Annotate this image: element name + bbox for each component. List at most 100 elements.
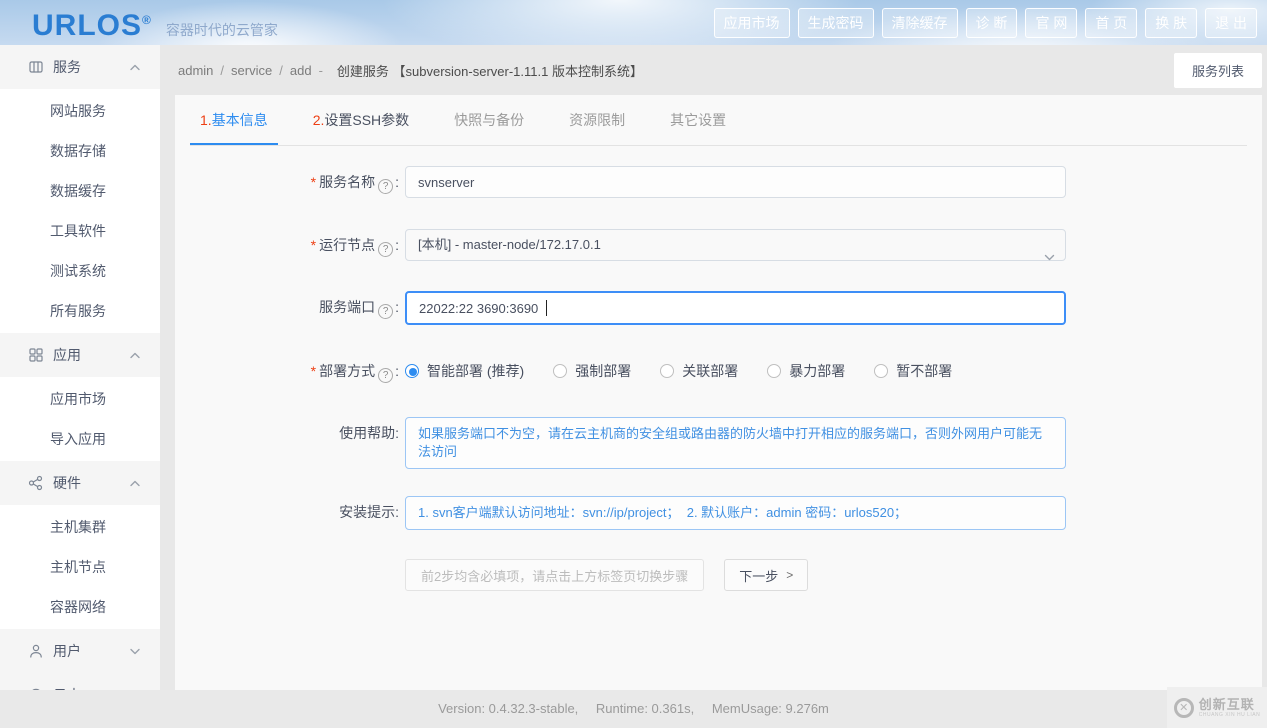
sidebar-item-all-services[interactable]: 所有服务 (0, 291, 160, 331)
help-icon[interactable]: ? (378, 242, 394, 257)
radio-linked-deploy[interactable]: 关联部署 (660, 355, 738, 387)
tab-bar: 1.基本信息 2.设置SSH参数 快照与备份 资源限制 其它设置 (190, 95, 1247, 146)
hardware-icon (28, 475, 44, 491)
sidebar-group-services[interactable]: 服务 (0, 45, 160, 89)
service-port-label: 服务端口?: (319, 299, 399, 319)
status-bar: Version: 0.4.32.3-stable, Runtime: 0.361… (0, 690, 1267, 728)
breadcrumb-service[interactable]: service (231, 63, 272, 78)
content-area: admin / service / add - 创建服务 【subversion… (160, 45, 1267, 690)
logout-button[interactable]: 退 出 (1205, 7, 1257, 38)
radio-label: 暴力部署 (789, 363, 846, 379)
vendor-name: 创新互联 (1198, 696, 1255, 712)
chevron-up-icon (130, 352, 140, 359)
tab-basic-info[interactable]: 1.基本信息 (190, 95, 278, 145)
sidebar-item-host-cluster[interactable]: 主机集群 (0, 507, 160, 547)
tab-other-settings[interactable]: 其它设置 (660, 95, 736, 145)
next-step-label: 下一步 (739, 568, 779, 584)
app-header: URLOS® 容器时代的云管家 应用市场 生成密码 清除缓存 诊 断 官 网 首… (0, 0, 1267, 45)
diagnose-button[interactable]: 诊 断 (965, 7, 1018, 38)
radio-circle-icon (553, 364, 568, 378)
sidebar-item-tool-software[interactable]: 工具软件 (0, 211, 160, 251)
sidebar-group-label: 应用 (53, 347, 81, 363)
deploy-mode-radio-group: 智能部署 (推荐) 强制部署 关联部署 暴力部署 暂不部署 (405, 355, 1066, 387)
install-tip-label: 安装提示: (339, 504, 399, 520)
radio-circle-icon (874, 364, 889, 378)
radio-label: 暂不部署 (896, 363, 953, 379)
tab-label: 资源限制 (569, 112, 626, 128)
sidebar-group-logs[interactable]: 日志 (0, 673, 160, 690)
page-title: 创建服务 【subversion-server-1.11.1 版本控制系统】 (336, 63, 643, 79)
sidebar-item-app-market[interactable]: 应用市场 (0, 379, 160, 419)
sidebar-group-apps[interactable]: 应用 (0, 333, 160, 377)
breadcrumb-admin[interactable]: admin (178, 63, 213, 78)
sidebar-item-import-app[interactable]: 导入应用 (0, 419, 160, 459)
sidebar: 服务 网站服务 数据存储 数据缓存 工具软件 测试系统 所有服务 应用 应用市场… (0, 45, 160, 690)
user-icon (28, 643, 44, 659)
breadcrumb-dash: - (318, 62, 323, 78)
sidebar-item-website-service[interactable]: 网站服务 (0, 91, 160, 131)
home-button[interactable]: 首 页 (1085, 7, 1138, 38)
logo-text: URLOS (32, 8, 142, 42)
sidebar-item-container-network[interactable]: 容器网络 (0, 587, 160, 627)
install-tip-box: 1. svn客户端默认访问地址：svn://ip/project； 2. 默认账… (405, 496, 1066, 530)
help-icon[interactable]: ? (378, 179, 394, 194)
radio-force-deploy[interactable]: 强制部署 (553, 355, 631, 387)
sidebar-item-host-node[interactable]: 主机节点 (0, 547, 160, 587)
sidebar-item-data-cache[interactable]: 数据缓存 (0, 171, 160, 211)
service-form: *服务名称?: *运行节点?: [本机] - master-node/172.1… (175, 146, 1262, 591)
service-port-input[interactable] (405, 291, 1066, 325)
header-buttons: 应用市场 生成密码 清除缓存 诊 断 官 网 首 页 换 肤 退 出 (713, 7, 1267, 38)
tagline: 容器时代的云管家 (165, 21, 278, 38)
app-market-button[interactable]: 应用市场 (713, 7, 790, 38)
run-node-selected-value: [本机] - master-node/172.17.0.1 (418, 237, 601, 252)
breadcrumb-separator: / (279, 62, 283, 78)
help-icon[interactable]: ? (378, 304, 394, 319)
usage-help-label: 使用帮助: (339, 425, 399, 441)
service-name-input[interactable] (405, 166, 1066, 198)
sidebar-item-data-storage[interactable]: 数据存储 (0, 131, 160, 171)
service-name-label: * 服务名称?: (310, 174, 399, 194)
label-text: 部署方式 (319, 363, 376, 379)
radio-no-deploy[interactable]: 暂不部署 (874, 355, 952, 387)
tab-label: 其它设置 (670, 112, 727, 128)
service-list-button[interactable]: 服务列表 (1173, 53, 1262, 88)
label-text: 使用帮助 (339, 425, 396, 441)
label-text: 运行节点 (319, 237, 376, 253)
sidebar-group-users[interactable]: 用户 (0, 629, 160, 673)
radio-circle-icon (660, 364, 675, 378)
form-row-deploy-mode: * 部署方式?: 智能部署 (推荐) 强制部署 关联部署 暴力部署 暂不部署 (175, 355, 1262, 387)
sidebar-item-test-system[interactable]: 测试系统 (0, 251, 160, 291)
radio-smart-deploy[interactable]: 智能部署 (推荐) (405, 355, 524, 387)
vendor-logo-icon: ✕ (1173, 697, 1194, 718)
breadcrumb-add[interactable]: add (290, 63, 312, 78)
tab-label: 快照与备份 (454, 112, 525, 128)
radio-label: 智能部署 (推荐) (427, 363, 525, 379)
required-mark: * (310, 363, 317, 379)
run-node-select[interactable]: [本机] - master-node/172.17.0.1 (405, 229, 1066, 261)
logo: URLOS® (32, 0, 152, 48)
required-mark: * (310, 174, 317, 190)
version-text: Version: 0.4.32.3-stable, (438, 701, 579, 716)
radio-brute-deploy[interactable]: 暴力部署 (767, 355, 845, 387)
sidebar-group-hardware[interactable]: 硬件 (0, 461, 160, 505)
gen-password-button[interactable]: 生成密码 (797, 7, 874, 38)
chevron-down-icon (130, 648, 140, 655)
tab-snapshot-backup[interactable]: 快照与备份 (444, 95, 534, 145)
tab-resource-limit[interactable]: 资源限制 (559, 95, 635, 145)
next-step-button[interactable]: 下一步 > (724, 559, 809, 591)
help-icon[interactable]: ? (378, 368, 394, 383)
tab-label: 设置SSH参数 (324, 112, 410, 128)
sidebar-group-label: 硬件 (53, 475, 81, 491)
official-site-button[interactable]: 官 网 (1025, 7, 1078, 38)
form-row-service-port: 服务端口?: (175, 291, 1262, 325)
clear-cache-button[interactable]: 清除缓存 (881, 7, 958, 38)
tab-ssh-params[interactable]: 2.设置SSH参数 (303, 95, 419, 145)
label-text: 服务名称 (319, 174, 376, 190)
radio-circle-icon (405, 364, 419, 378)
sidebar-group-label: 服务 (53, 59, 81, 75)
change-skin-button[interactable]: 换 肤 (1145, 7, 1198, 38)
label-text: 服务端口 (319, 299, 376, 315)
tab-label: 基本信息 (211, 112, 268, 128)
memusage-text: MemUsage: 9.276m (711, 701, 829, 716)
vendor-subtitle: CHUANG XIN HU LIAN (1198, 711, 1261, 718)
